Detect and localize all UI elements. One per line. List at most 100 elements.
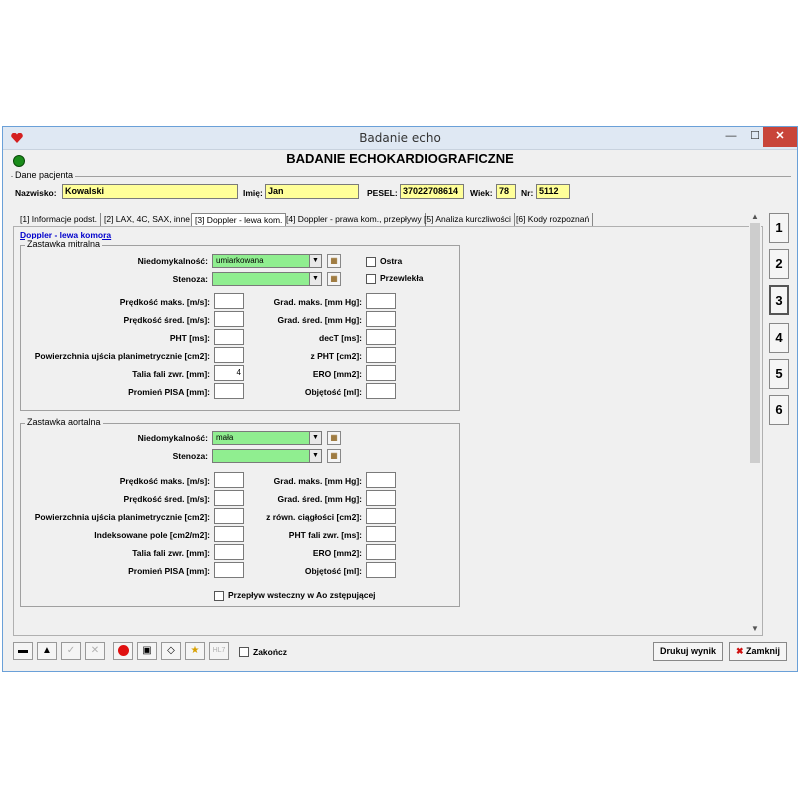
mitral-niedomyk-label: Niedomykalność:	[137, 256, 208, 266]
close-label: Zamknij	[746, 646, 781, 656]
side-button-2[interactable]: 2	[769, 249, 789, 279]
mitral-ero-input[interactable]	[366, 365, 396, 381]
mitral-stenoza-select[interactable]: ▼	[212, 272, 322, 286]
field-label: decT [ms]:	[319, 333, 362, 343]
ostra-checkbox[interactable]	[366, 257, 376, 267]
aortic-niedomyk-select[interactable]: mała ▼	[212, 431, 322, 445]
page-title: BADANIE ECHOKARDIOGRAFICZNE	[286, 151, 514, 166]
field-label: Indeksowane pole [cm2/m2]:	[94, 530, 210, 540]
mitral-group-title: Zastawka mitralna	[25, 239, 103, 249]
window-title: Badanie echo	[359, 131, 441, 145]
field-label: Powierzchnia ujścia planimetrycznie [cm2…	[34, 512, 210, 522]
close-icon: ✖	[735, 646, 747, 656]
tab-lax[interactable]: [2] LAX, 4C, SAX, inne	[101, 213, 194, 226]
first-record-icon[interactable]: ▬	[13, 642, 33, 660]
prev-record-icon[interactable]: ▲	[37, 642, 57, 660]
aortic-pisa-input[interactable]	[214, 562, 244, 578]
chevron-down-icon[interactable]: ▼	[309, 450, 321, 462]
close-window-button[interactable]: ✕	[763, 127, 797, 147]
scroll-up-icon[interactable]: ▲	[749, 211, 761, 223]
aortic-grad-sred-input[interactable]	[366, 490, 396, 506]
aortic-predkosc-sred-input[interactable]	[214, 490, 244, 506]
nr-field[interactable]: 5112	[536, 184, 570, 199]
aortic-powierzchnia-input[interactable]	[214, 508, 244, 524]
backflow-checkbox[interactable]	[214, 591, 224, 601]
main-window: Badanie echo — ☐ ✕ BADANIE ECHOKARDIOGRA…	[2, 126, 798, 672]
dictionary-icon[interactable]: ▦	[327, 254, 341, 268]
aortic-talia-input[interactable]	[214, 544, 244, 560]
mitral-predkosc-maks-input[interactable]	[214, 293, 244, 309]
surname-label: Nazwisko:	[15, 188, 57, 198]
field-label: Promień PISA [mm]:	[128, 387, 210, 397]
mitral-grad-maks-input[interactable]	[366, 293, 396, 309]
chevron-down-icon[interactable]: ▼	[309, 273, 321, 285]
close-button[interactable]: ✖ Zamknij	[729, 642, 787, 661]
aortic-ero-input[interactable]	[366, 544, 396, 560]
finish-checkbox[interactable]	[239, 647, 249, 657]
vertical-scrollbar[interactable]: ▲ ▼	[749, 211, 761, 635]
dictionary-icon[interactable]: ▦	[327, 272, 341, 286]
patient-group-title: Dane pacjenta	[13, 170, 76, 180]
mitral-grad-sred-input[interactable]	[366, 311, 396, 327]
side-button-5[interactable]: 5	[769, 359, 789, 389]
field-label: Prędkość maks. [m/s]:	[119, 297, 210, 307]
record-icon[interactable]	[113, 642, 133, 660]
dictionary-icon[interactable]: ▦	[327, 431, 341, 445]
aortic-ciaglosc-input[interactable]	[366, 508, 396, 524]
field-label: Grad. maks. [mm Hg]:	[273, 476, 362, 486]
tab-panel: Doppler - lewa komora Zastawka mitralna …	[13, 226, 763, 636]
field-label: Talia fali zwr. [mm]:	[132, 548, 210, 558]
mitral-pisa-input[interactable]	[214, 383, 244, 399]
side-button-3[interactable]: 3	[769, 285, 789, 315]
confirm-icon[interactable]: ✓	[61, 642, 81, 660]
tab-analiza[interactable]: [5] Analiza kurczliwości	[421, 213, 515, 226]
mitral-z-pht-input[interactable]	[366, 347, 396, 363]
scroll-down-icon[interactable]: ▼	[749, 623, 761, 635]
pesel-field[interactable]: 37022708614	[400, 184, 464, 199]
cancel-icon[interactable]: ✕	[85, 642, 105, 660]
mitral-powierzchnia-input[interactable]	[214, 347, 244, 363]
eraser-icon[interactable]: ◇	[161, 642, 181, 660]
print-button[interactable]: Drukuj wynik	[653, 642, 723, 661]
field-label: Talia fali zwr. [mm]:	[132, 369, 210, 379]
mitral-pht-input[interactable]	[214, 329, 244, 345]
dictionary-icon[interactable]: ▦	[327, 449, 341, 463]
name-field[interactable]: Jan	[265, 184, 359, 199]
mitral-dect-input[interactable]	[366, 329, 396, 345]
mitral-niedomyk-value: umiarkowana	[216, 256, 264, 265]
chevron-down-icon[interactable]: ▼	[309, 255, 321, 267]
surname-field[interactable]: Kowalski	[62, 184, 238, 199]
side-button-4[interactable]: 4	[769, 323, 789, 353]
chevron-down-icon[interactable]: ▼	[309, 432, 321, 444]
scroll-thumb[interactable]	[750, 223, 760, 463]
aortic-pht-input[interactable]	[366, 526, 396, 542]
tab-doppler-prawa[interactable]: [4] Doppler - prawa kom., przepływy	[283, 213, 426, 226]
przewlekla-checkbox[interactable]	[366, 274, 376, 284]
minimize-button[interactable]: —	[719, 127, 743, 147]
tab-kody[interactable]: [6] Kody rozpoznań	[513, 213, 594, 226]
name-label: Imię:	[243, 188, 263, 198]
camera-icon[interactable]: ▣	[137, 642, 157, 660]
mitral-stenoza-label: Stenoza:	[172, 274, 208, 284]
hl7-button[interactable]: HL7	[209, 642, 229, 660]
tab-informacje[interactable]: [1] Informacje podst.	[17, 213, 102, 226]
field-label: Prędkość śred. [m/s]:	[123, 315, 210, 325]
tab-doppler-lewa[interactable]: [3] Doppler - lewa kom.	[191, 213, 287, 227]
mitral-objetosc-input[interactable]	[366, 383, 396, 399]
field-label: Grad. śred. [mm Hg]:	[277, 494, 362, 504]
side-button-1[interactable]: 1	[769, 213, 789, 243]
aortic-objetosc-input[interactable]	[366, 562, 396, 578]
field-label: ERO [mm2]:	[312, 548, 362, 558]
aortic-indeksowane-input[interactable]	[214, 526, 244, 542]
field-label: PHT [ms]:	[169, 333, 210, 343]
aortic-group-title: Zastawka aortalna	[25, 417, 103, 427]
aortic-predkosc-maks-input[interactable]	[214, 472, 244, 488]
star-icon[interactable]: ★	[185, 642, 205, 660]
mitral-niedomyk-select[interactable]: umiarkowana ▼	[212, 254, 322, 268]
mitral-predkosc-sred-input[interactable]	[214, 311, 244, 327]
aortic-stenoza-select[interactable]: ▼	[212, 449, 322, 463]
mitral-talia-input[interactable]: 4	[214, 365, 244, 381]
age-field[interactable]: 78	[496, 184, 516, 199]
side-button-6[interactable]: 6	[769, 395, 789, 425]
aortic-grad-maks-input[interactable]	[366, 472, 396, 488]
